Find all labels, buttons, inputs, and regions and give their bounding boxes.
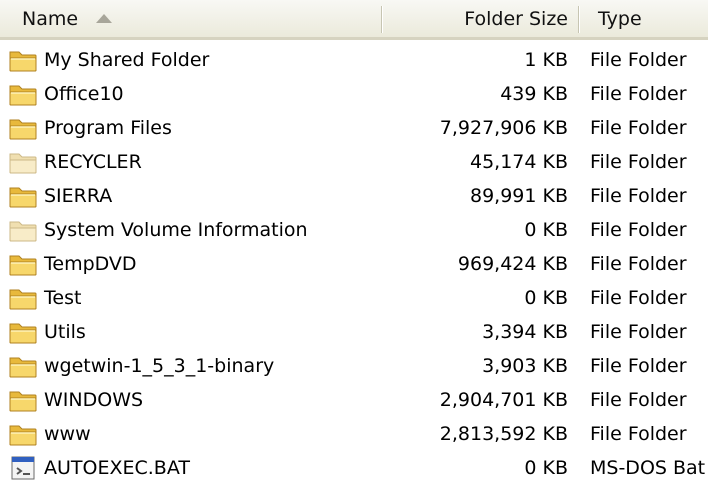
file-type: File Folder: [590, 185, 687, 207]
file-type: File Folder: [590, 49, 687, 71]
file-size: 1 KB: [524, 49, 568, 71]
file-name-cell[interactable]: Utils: [8, 315, 86, 349]
file-name-cell[interactable]: RECYCLER: [8, 145, 142, 179]
batch-file-icon: [8, 455, 38, 481]
file-type: File Folder: [590, 253, 687, 275]
file-type: File Folder: [590, 423, 687, 445]
file-list: My Shared Folder 1 KB File Folder Office10 4…: [0, 43, 708, 485]
file-name: RECYCLER: [44, 151, 142, 173]
file-name: wgetwin-1_5_3_1-binary: [44, 355, 275, 377]
file-name: Utils: [44, 321, 86, 343]
file-type: File Folder: [590, 355, 687, 377]
file-type: File Folder: [590, 287, 687, 309]
file-name: Office10: [44, 83, 124, 105]
file-type: File Folder: [590, 219, 687, 241]
file-type: MS-DOS Bat: [590, 457, 706, 479]
folder-icon: [8, 47, 38, 73]
file-name-cell[interactable]: WINDOWS: [8, 383, 143, 417]
file-row[interactable]: RECYCLER 45,174 KB File Folder: [0, 145, 708, 179]
file-name-cell[interactable]: www: [8, 417, 91, 451]
file-name: System Volume Information: [44, 219, 308, 241]
file-size: 3,903 KB: [482, 355, 568, 377]
file-type: File Folder: [590, 389, 687, 411]
file-size: 439 KB: [500, 83, 568, 105]
file-size: 0 KB: [524, 457, 568, 479]
file-size: 3,394 KB: [482, 321, 568, 343]
folder-icon: [8, 115, 38, 141]
file-row[interactable]: wgetwin-1_5_3_1-binary 3,903 KB File Folde…: [0, 349, 708, 383]
column-header-name[interactable]: Name: [0, 0, 382, 37]
file-name-cell[interactable]: wgetwin-1_5_3_1-binary: [8, 349, 274, 383]
file-size: 45,174 KB: [469, 151, 568, 173]
file-name-cell[interactable]: System Volume Information: [8, 213, 308, 247]
file-name-cell[interactable]: AUTOEXEC.BAT: [8, 451, 190, 485]
column-header-folder-size[interactable]: Folder Size: [382, 0, 578, 37]
file-name-cell[interactable]: My Shared Folder: [8, 43, 209, 77]
file-type: File Folder: [590, 83, 687, 105]
column-header-name-label: Name: [22, 7, 79, 30]
file-row[interactable]: My Shared Folder 1 KB File Folder: [0, 43, 708, 77]
file-row[interactable]: TempDVD 969,424 KB File Folder: [0, 247, 708, 281]
file-name: My Shared Folder: [44, 49, 210, 71]
file-row[interactable]: SIERRA 89,991 KB File Folder: [0, 179, 708, 213]
file-name: Test: [44, 287, 82, 309]
file-name-cell[interactable]: Test: [8, 281, 81, 315]
column-header-type[interactable]: Type: [580, 0, 708, 37]
folder-icon: [8, 285, 38, 311]
folder-icon: [8, 319, 38, 345]
file-name-cell[interactable]: Office10: [8, 77, 124, 111]
file-row[interactable]: www 2,813,592 KB File Folder: [0, 417, 708, 451]
file-row[interactable]: System Volume Information 0 KB File Folder: [0, 213, 708, 247]
sort-ascending-icon: [96, 14, 112, 23]
file-name: www: [44, 423, 91, 445]
file-row[interactable]: AUTOEXEC.BAT 0 KB MS-DOS Bat: [0, 451, 708, 485]
folder-icon: [8, 353, 38, 379]
file-size: 2,813,592 KB: [439, 423, 568, 445]
file-size: 969,424 KB: [457, 253, 568, 275]
file-name: TempDVD: [44, 253, 137, 275]
file-type: File Folder: [590, 151, 687, 173]
file-type: File Folder: [590, 321, 687, 343]
column-header-type-label: Type: [598, 7, 642, 30]
file-size: 7,927,906 KB: [439, 117, 568, 139]
file-size: 0 KB: [524, 219, 568, 241]
folder-icon: [8, 183, 38, 209]
file-name-cell[interactable]: TempDVD: [8, 247, 137, 281]
hidden-folder-icon: [8, 149, 38, 175]
file-name-cell[interactable]: Program Files: [8, 111, 172, 145]
file-size: 0 KB: [524, 287, 568, 309]
folder-icon: [8, 251, 38, 277]
folder-icon: [8, 421, 38, 447]
file-row[interactable]: Test 0 KB File Folder: [0, 281, 708, 315]
file-size: 2,904,701 KB: [439, 389, 568, 411]
file-name: SIERRA: [44, 185, 113, 207]
file-row[interactable]: Office10 439 KB File Folder: [0, 77, 708, 111]
file-row[interactable]: Utils 3,394 KB File Folder: [0, 315, 708, 349]
file-row[interactable]: WINDOWS 2,904,701 KB File Folder: [0, 383, 708, 417]
folder-icon: [8, 387, 38, 413]
column-header-bar: Name Folder Size Type: [0, 0, 708, 40]
file-row[interactable]: Program Files 7,927,906 KB File Folder: [0, 111, 708, 145]
file-name-cell[interactable]: SIERRA: [8, 179, 112, 213]
file-size: 89,991 KB: [469, 185, 568, 207]
file-type: File Folder: [590, 117, 687, 139]
file-name: Program Files: [44, 117, 172, 139]
hidden-folder-icon: [8, 217, 38, 243]
file-name: WINDOWS: [44, 389, 144, 411]
folder-icon: [8, 81, 38, 107]
file-name: AUTOEXEC.BAT: [44, 457, 190, 479]
column-header-folder-size-label: Folder Size: [464, 7, 568, 30]
